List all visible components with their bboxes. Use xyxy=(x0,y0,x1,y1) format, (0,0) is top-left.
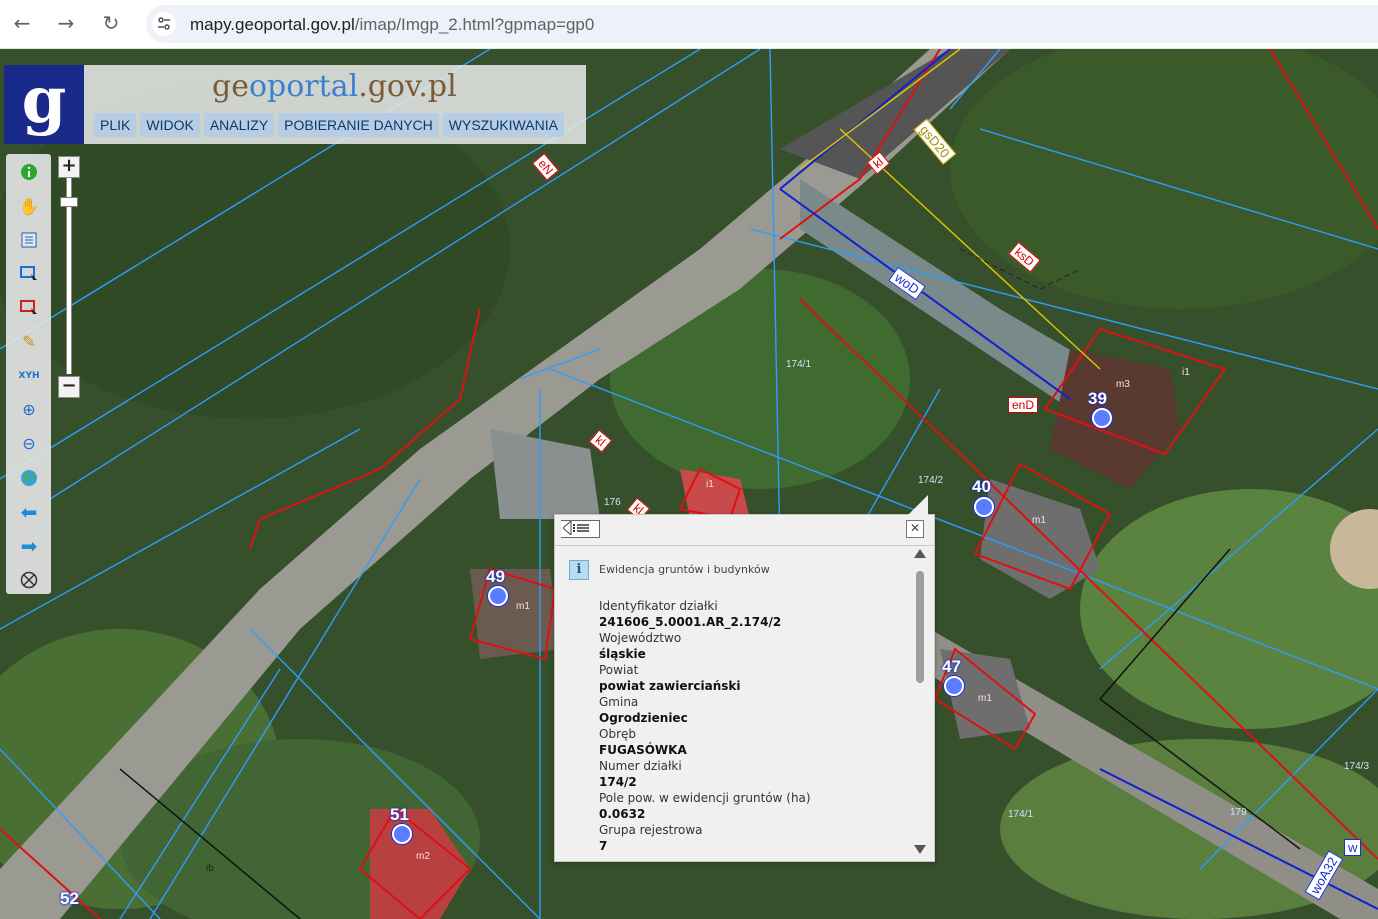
building-code: m1 xyxy=(978,693,992,704)
building-code: m3 xyxy=(1116,379,1130,390)
attr-label: Identyfikator działki xyxy=(599,599,718,613)
menu-analizy[interactable]: ANALIZY xyxy=(203,113,275,137)
site-title: geoportal.gov.pl xyxy=(212,69,457,104)
scroll-up-icon[interactable] xyxy=(914,549,926,558)
parcel-number: 176 xyxy=(604,497,621,508)
site-title-part: oportal xyxy=(248,69,359,104)
hand-pan-icon[interactable]: ✋ xyxy=(16,194,42,220)
main-menu: PLIK WIDOK ANALIZY POBIERANIE DANYCH WYS… xyxy=(94,113,564,137)
parcel-number: ib xyxy=(206,863,214,874)
logo-letter: g xyxy=(21,63,67,138)
site-info-icon[interactable] xyxy=(152,12,176,36)
building-number: 47 xyxy=(942,657,961,676)
popup-scrollbar[interactable] xyxy=(914,549,928,855)
building-code: m2 xyxy=(416,851,430,862)
scroll-thumb[interactable] xyxy=(916,571,924,683)
forward-arrow-icon[interactable]: → xyxy=(52,9,80,37)
building-code: i1 xyxy=(706,479,714,490)
parcel-number: 174/1 xyxy=(786,359,812,370)
select-red-icon[interactable] xyxy=(16,295,42,321)
attr-value: śląskie xyxy=(599,647,646,661)
attr-value: FUGASÓWKA xyxy=(599,743,687,757)
zoom-minus-button[interactable]: − xyxy=(58,376,80,398)
site-title-part: ge xyxy=(212,69,249,104)
globe-icon[interactable] xyxy=(16,465,42,491)
zoom-plus-button[interactable]: + xyxy=(58,156,80,178)
building-code: i1 xyxy=(1182,367,1190,378)
attribute-list: Identyfikator działki 241606_5.0001.AR_2… xyxy=(599,598,909,854)
xyh-icon[interactable]: XYH xyxy=(16,363,42,389)
layers-list-icon[interactable] xyxy=(16,227,42,253)
attr-label: Numer działki xyxy=(599,759,682,773)
popup-header: ✕ xyxy=(555,515,934,546)
browser-toolbar: ← → ↻ mapy.geoportal.gov.pl/imap/Imgp_2.… xyxy=(0,0,1378,49)
attr-label: Gmina xyxy=(599,695,639,709)
back-arrow-icon[interactable]: ← xyxy=(8,9,36,37)
select-rectangle-icon[interactable] xyxy=(16,261,42,287)
building-number: 51 xyxy=(390,805,409,824)
building-number: 49 xyxy=(486,567,505,586)
attr-value: 0.0632 xyxy=(599,807,646,821)
info-icon[interactable] xyxy=(16,159,42,185)
attr-label: Grupa rejestrowa xyxy=(599,823,703,837)
back-arrow-icon[interactable]: ⬅ xyxy=(16,499,42,525)
pencil-icon[interactable]: ✎ xyxy=(16,329,42,355)
map-tools-panel: ✋ ✎ XYH ⊕ ⊖ ⬅ ➡ xyxy=(6,154,51,594)
section-title: Ewidencja gruntów i budynków xyxy=(599,563,770,576)
building-number: 40 xyxy=(972,477,991,496)
zoom-in-icon[interactable]: ⊕ xyxy=(16,397,42,423)
map-label-w: w xyxy=(1344,839,1362,856)
building-marker[interactable] xyxy=(1092,408,1112,428)
info-icon: i xyxy=(569,560,589,580)
map-label-enD: enD xyxy=(1008,397,1039,413)
attr-label: Pole pow. w ewidencji gruntów (ha) xyxy=(599,791,811,805)
feature-info-popup: ✕ i Ewidencja gruntów i budynków Identyf… xyxy=(554,495,935,862)
forward-arrow-icon[interactable]: ➡ xyxy=(16,533,42,559)
url-text[interactable]: mapy.geoportal.gov.pl/imap/Imgp_2.html?g… xyxy=(190,15,594,35)
building-code: m1 xyxy=(1032,515,1046,526)
zoom-out-icon[interactable]: ⊖ xyxy=(16,431,42,457)
parcel-number: 174/3 xyxy=(1344,761,1370,772)
attr-label: Obręb xyxy=(599,727,636,741)
building-marker[interactable] xyxy=(974,497,994,517)
attr-value: powiat zawierciański xyxy=(599,679,741,693)
list-back-icon xyxy=(562,519,589,537)
site-title-part: .gov.pl xyxy=(358,69,457,104)
attr-label: Powiat xyxy=(599,663,639,677)
parcel-number: 174/1 xyxy=(1008,809,1034,820)
attr-value: 241606_5.0001.AR_2.174/2 xyxy=(599,615,782,629)
reload-icon[interactable]: ↻ xyxy=(97,9,125,37)
popup-back-button[interactable] xyxy=(561,519,600,538)
parcel-number: 174/2 xyxy=(918,475,944,486)
menu-pobieranie-danych[interactable]: POBIERANIE DANYCH xyxy=(278,113,439,137)
attr-value: 174/2 xyxy=(599,775,637,789)
attr-value: Ogrodzieniec xyxy=(599,711,688,725)
geoportal-logo[interactable]: g xyxy=(4,65,84,144)
url-path: /imap/Imgp_2.html?gpmap=gp0 xyxy=(354,15,595,34)
building-marker[interactable] xyxy=(392,824,412,844)
attr-label: Województwo xyxy=(599,631,682,645)
close-icon[interactable]: ✕ xyxy=(906,520,924,538)
parcel-number: 179 xyxy=(1230,807,1247,818)
menu-widok[interactable]: WIDOK xyxy=(140,113,200,137)
building-number: 39 xyxy=(1088,389,1107,408)
crosshair-icon[interactable] xyxy=(16,567,42,593)
url-host: mapy.geoportal.gov.pl xyxy=(190,15,355,34)
zoom-track[interactable] xyxy=(60,178,78,374)
popup-pointer xyxy=(908,495,928,515)
address-bar[interactable]: mapy.geoportal.gov.pl/imap/Imgp_2.html?g… xyxy=(146,5,1378,43)
building-marker[interactable] xyxy=(488,586,508,606)
scroll-down-icon[interactable] xyxy=(914,845,926,854)
zoom-handle[interactable] xyxy=(60,197,78,207)
attr-value: 7 xyxy=(599,839,608,853)
app-header: geoportal.gov.pl PLIK WIDOK ANALIZY POBI… xyxy=(84,65,586,144)
zoom-slider: + − xyxy=(58,156,80,400)
popup-content: i Ewidencja gruntów i budynków Identyfik… xyxy=(555,546,911,858)
menu-wyszukiwania[interactable]: WYSZUKIWANIA xyxy=(442,113,564,137)
building-number: 52 xyxy=(60,889,79,908)
building-code: m1 xyxy=(516,601,530,612)
building-marker[interactable] xyxy=(944,676,964,696)
menu-plik[interactable]: PLIK xyxy=(94,113,137,137)
